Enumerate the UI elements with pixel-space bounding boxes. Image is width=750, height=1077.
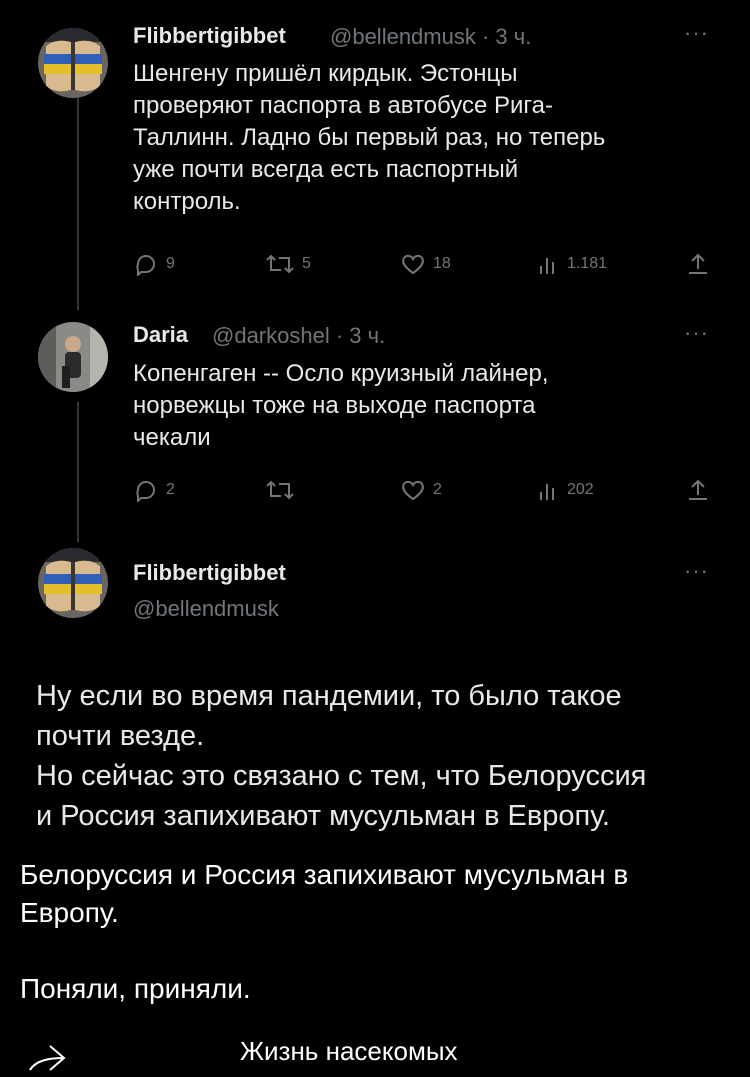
author-name[interactable]: Daria — [133, 322, 188, 348]
tweet-line: почти везде. — [36, 720, 205, 752]
tweet-line: проверяют паспорта в автобусе Рига- — [133, 92, 553, 119]
reply-count: 9 — [166, 255, 175, 272]
reply-count: 2 — [166, 481, 175, 498]
tweet-text: Ну если во время пандемии, то было такое… — [36, 676, 646, 836]
like-icon — [402, 254, 424, 275]
like-button[interactable]: 2 — [400, 478, 442, 502]
avatar[interactable] — [38, 548, 108, 618]
tweet-text: Копенгаген -- Осло круизный лайнер, норв… — [133, 358, 549, 454]
retweet-icon — [266, 254, 294, 274]
views-icon — [540, 484, 554, 500]
tweet-line: Копенгаген -- Осло круизный лайнер, — [133, 360, 549, 387]
channel-name[interactable]: Жизнь насекомых — [240, 1032, 458, 1070]
forward-icon — [29, 1045, 66, 1071]
tweet-text: Шенгену пришёл кирдык. Эстонцы проверяют… — [133, 58, 605, 218]
tweet-line: и Россия запихивают мусульман в Европу. — [36, 800, 610, 832]
author-name[interactable]: Flibbertigibbet — [133, 560, 286, 586]
author-handle-time[interactable]: @bellendmusk · 3 ч. — [330, 24, 531, 50]
tweet-line: Шенгену пришёл кирдык. Эстонцы — [133, 60, 518, 87]
author-name[interactable]: Flibbertigibbet — [133, 23, 286, 49]
retweet-button[interactable]: 5 — [265, 252, 311, 276]
author-handle[interactable]: @bellendmusk — [133, 596, 279, 622]
retweet-icon — [266, 480, 294, 500]
views-button[interactable]: 202 — [538, 478, 594, 502]
views-button[interactable]: 1.181 — [538, 252, 607, 276]
caption-line: Европу. — [20, 897, 119, 928]
retweet-button[interactable] — [265, 478, 295, 502]
caption-line: Белоруссия и Россия запихивают мусульман… — [20, 859, 629, 890]
like-button[interactable]: 18 — [400, 252, 451, 276]
author-handle-time[interactable]: @darkoshel · 3 ч. — [212, 323, 385, 349]
post-caption: Белоруссия и Россия запихивают мусульман… — [20, 856, 628, 1008]
like-icon — [402, 480, 424, 501]
share-icon — [689, 479, 707, 500]
thread-line-2 — [77, 402, 79, 542]
tweet-line: Ну если во время пандемии, то было такое — [36, 680, 622, 712]
caption-line: Поняли, приняли. — [20, 973, 251, 1004]
tweet-line: Таллинн. Ладно бы первый раз, но теперь — [133, 124, 606, 151]
reply-icon — [136, 255, 155, 276]
avatar[interactable] — [38, 322, 108, 392]
like-count: 2 — [433, 481, 442, 498]
more-icon[interactable]: ··· — [684, 320, 709, 346]
tweet-line: уже почти всегда есть паспортный — [133, 156, 519, 183]
tweet-line: Но сейчас это связано с тем, что Белорус… — [36, 760, 647, 792]
tweet-line: норвежцы тоже на выходе паспорта — [133, 392, 536, 419]
reply-button[interactable]: 9 — [133, 252, 175, 276]
tweet-line: контроль. — [133, 188, 241, 215]
share-button[interactable] — [686, 252, 710, 276]
forward-button[interactable] — [26, 1042, 68, 1077]
views-count: 1.181 — [567, 255, 608, 272]
reply-button[interactable]: 2 — [133, 478, 175, 502]
views-count: 202 — [567, 481, 594, 498]
like-count: 18 — [433, 255, 451, 272]
avatar-image — [38, 322, 108, 392]
more-icon[interactable]: ··· — [684, 20, 709, 46]
reply-icon — [136, 481, 155, 502]
avatar[interactable] — [38, 28, 108, 98]
avatar-image — [38, 548, 108, 618]
share-button[interactable] — [686, 478, 710, 502]
tweet-line: чекали — [133, 424, 211, 451]
thread-line-1 — [77, 98, 79, 310]
share-icon — [689, 253, 707, 274]
more-icon[interactable]: ··· — [684, 558, 709, 584]
avatar-image — [38, 28, 108, 98]
views-icon — [540, 258, 554, 274]
retweet-count: 5 — [302, 255, 311, 272]
